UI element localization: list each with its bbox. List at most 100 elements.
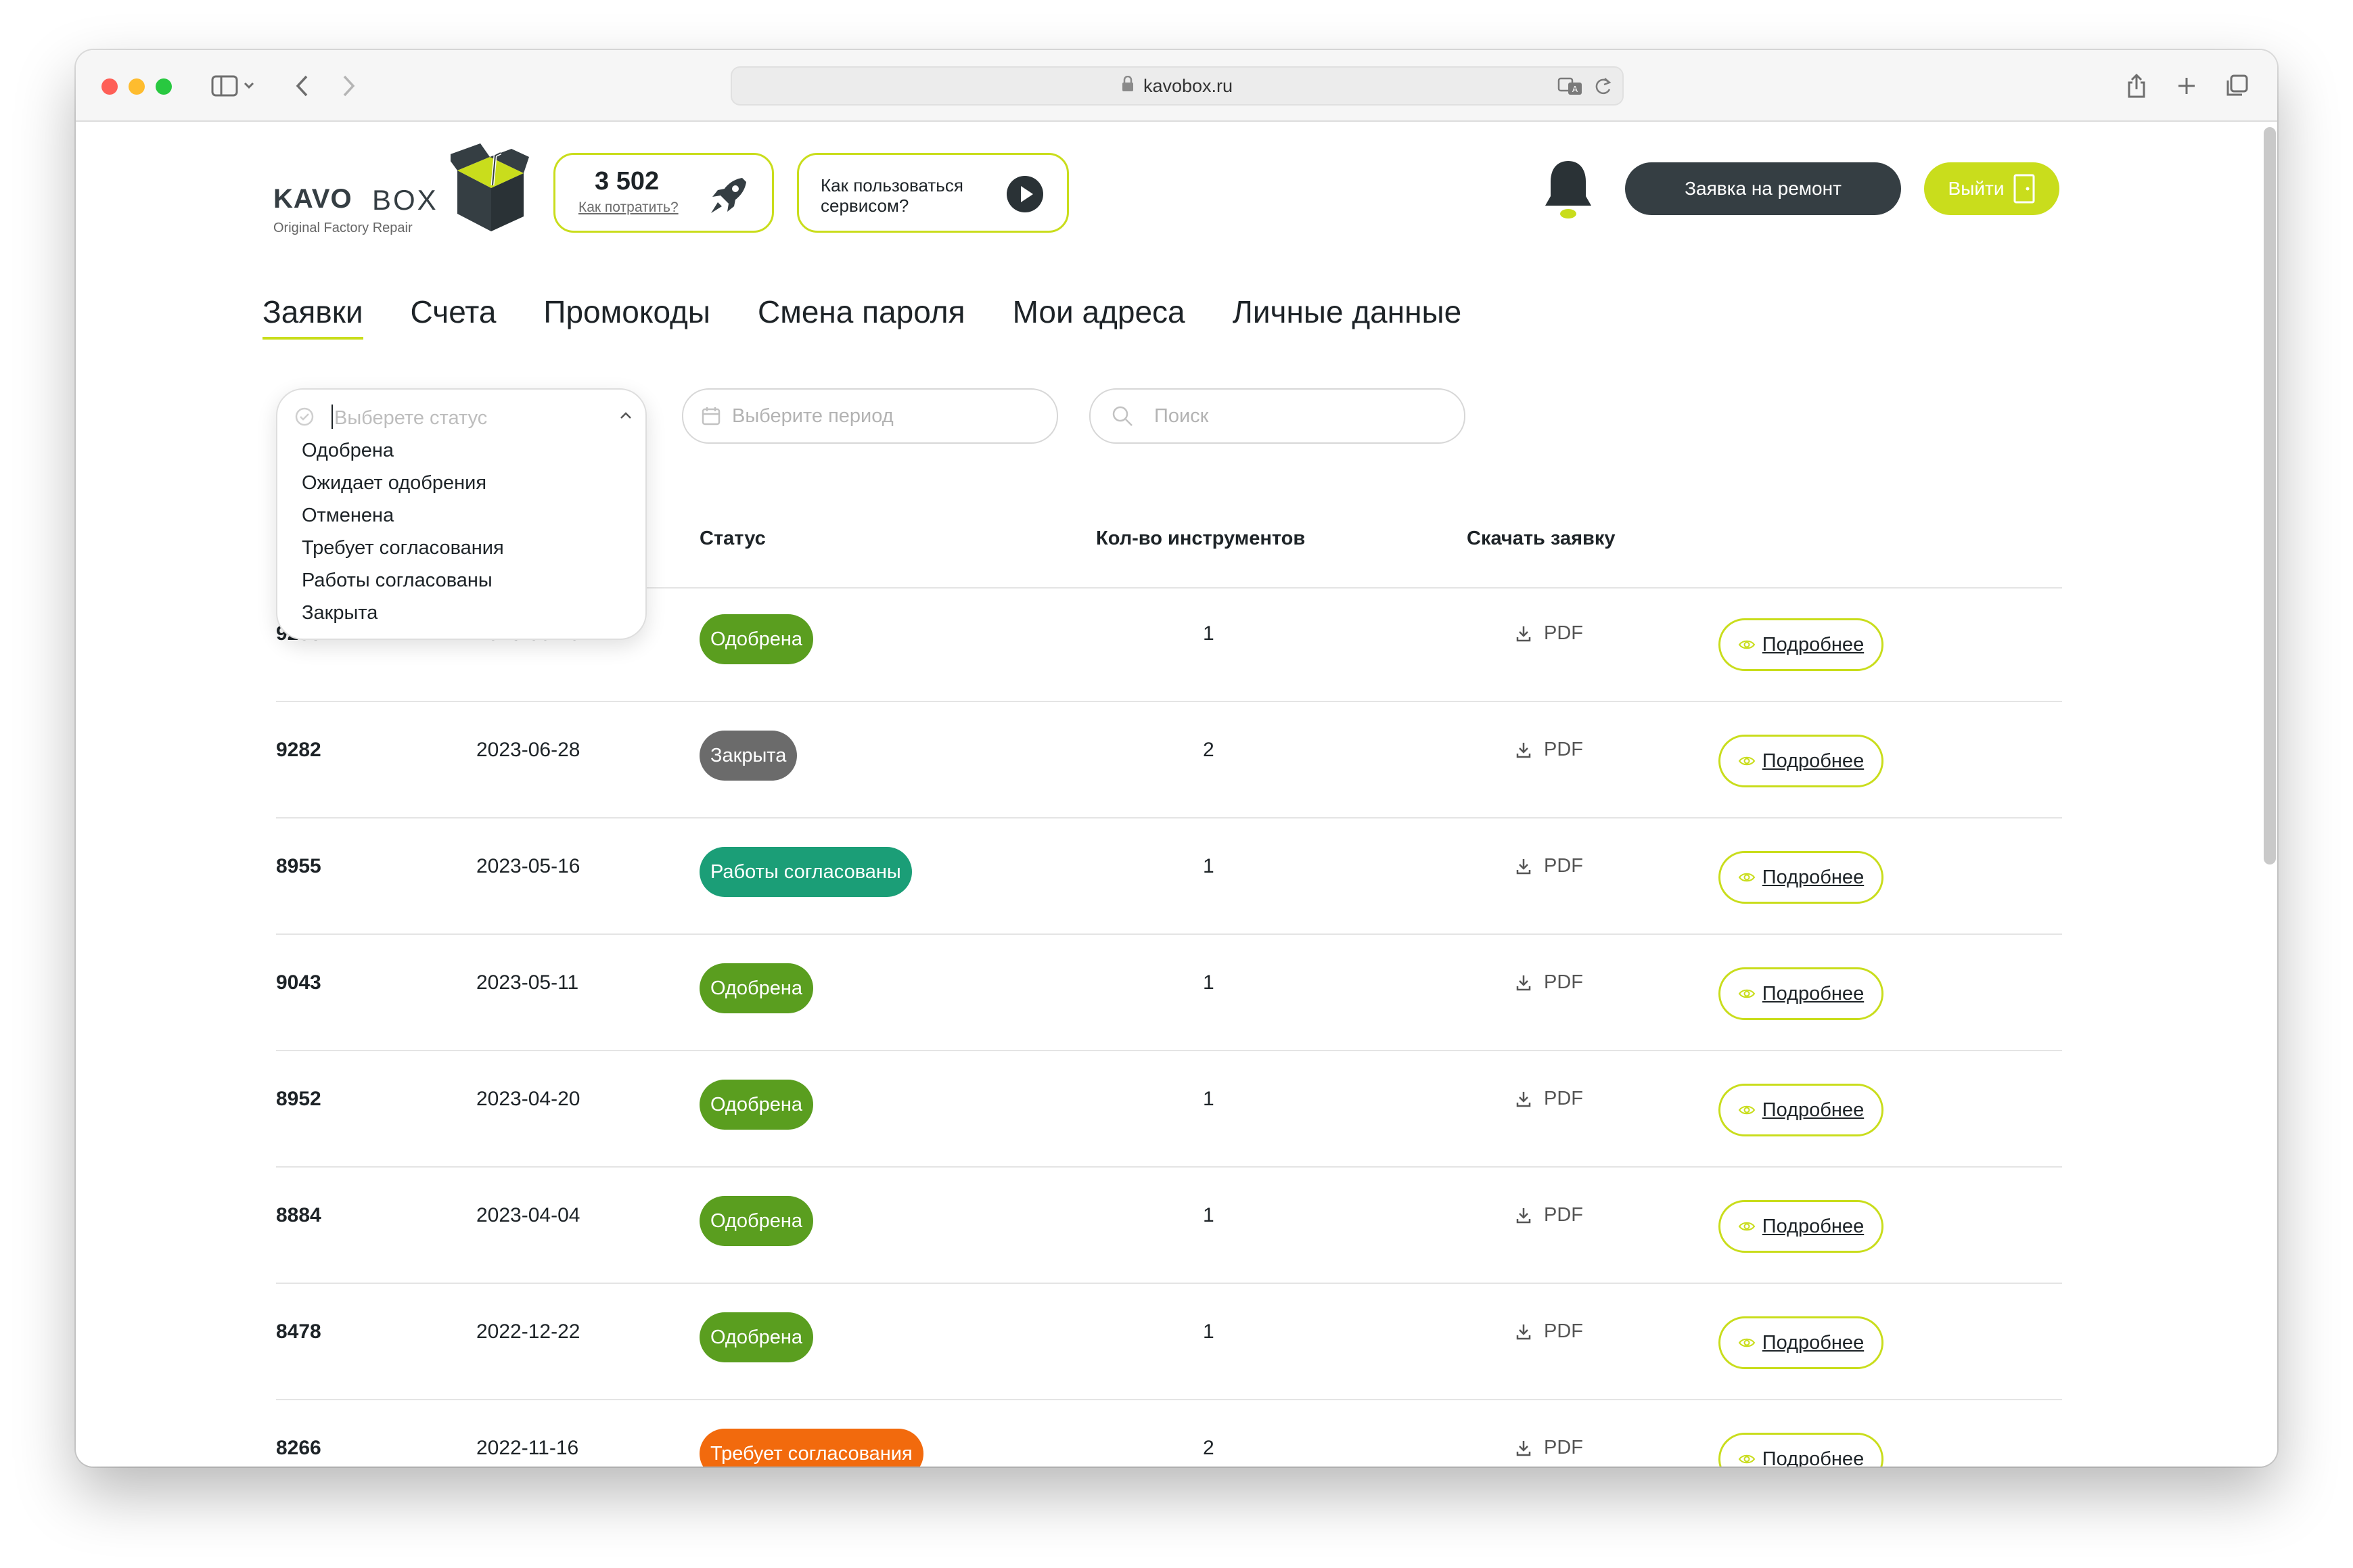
- translate-icon[interactable]: A: [1557, 76, 1584, 101]
- request-date: 2023-04-20: [476, 1088, 580, 1110]
- eye-icon: [1738, 1338, 1756, 1347]
- tool-count: 1: [1203, 1088, 1214, 1110]
- pdf-label: PDF: [1544, 739, 1583, 760]
- status-badge: Одобрена: [700, 614, 813, 664]
- chevron-up-icon[interactable]: [618, 410, 633, 421]
- reload-icon[interactable]: [1593, 76, 1613, 101]
- address-bar[interactable]: kavobox.ru A: [731, 66, 1624, 106]
- status-option[interactable]: Требует согласования: [302, 537, 504, 559]
- request-id[interactable]: 9282: [276, 739, 321, 762]
- repair-request-button[interactable]: Заявка на ремонт: [1625, 162, 1901, 215]
- details-button[interactable]: Подробнее: [1718, 1316, 1883, 1369]
- row-divider: [276, 1283, 2062, 1284]
- status-badge: Закрыта: [700, 731, 798, 781]
- download-pdf-link[interactable]: PDF: [1515, 1437, 1583, 1459]
- notification-bell-icon[interactable]: [1540, 157, 1597, 222]
- details-label: Подробнее: [1762, 750, 1865, 772]
- tab-overview-icon[interactable]: [2223, 69, 2250, 103]
- details-button[interactable]: Подробнее: [1718, 1084, 1883, 1136]
- request-id[interactable]: 8266: [276, 1437, 321, 1460]
- status-option[interactable]: Работы согласованы: [302, 570, 493, 592]
- download-pdf-link[interactable]: PDF: [1515, 622, 1583, 645]
- details-button[interactable]: Подробнее: [1718, 618, 1883, 671]
- status-badge: Одобрена: [700, 963, 813, 1013]
- request-id[interactable]: 8884: [276, 1204, 321, 1227]
- pdf-label: PDF: [1544, 1204, 1583, 1226]
- status-option[interactable]: Закрыта: [302, 602, 378, 624]
- pdf-label: PDF: [1544, 1088, 1583, 1109]
- details-label: Подробнее: [1762, 1448, 1865, 1467]
- check-circle-icon: [295, 407, 314, 426]
- minimize-window-button[interactable]: [129, 78, 145, 95]
- download-pdf-link[interactable]: PDF: [1515, 855, 1583, 877]
- zoom-window-button[interactable]: [156, 78, 172, 95]
- howto-widget[interactable]: Как пользоваться сервисом?: [797, 153, 1069, 233]
- row-divider: [276, 701, 2062, 702]
- tab-my-addresses[interactable]: Мои адреса: [1013, 294, 1185, 330]
- door-icon: [2013, 174, 2035, 204]
- details-label: Подробнее: [1762, 633, 1865, 655]
- period-filter[interactable]: Выберите период: [682, 388, 1058, 444]
- forward-icon[interactable]: [336, 69, 363, 103]
- eye-icon: [1738, 1222, 1756, 1231]
- status-option[interactable]: Ожидает одобрения: [302, 472, 486, 494]
- rocket-icon: [711, 178, 746, 213]
- new-tab-icon[interactable]: [2173, 69, 2200, 103]
- row-divider: [276, 933, 2062, 935]
- svg-text:A: A: [1572, 85, 1578, 94]
- request-id[interactable]: 8955: [276, 855, 321, 878]
- request-date: 2023-05-16: [476, 855, 580, 877]
- play-icon[interactable]: [1006, 175, 1044, 213]
- text-cursor: [332, 405, 333, 429]
- details-button[interactable]: Подробнее: [1718, 967, 1883, 1020]
- download-pdf-link[interactable]: PDF: [1515, 739, 1583, 761]
- request-id[interactable]: 8952: [276, 1088, 321, 1111]
- eye-icon: [1738, 756, 1756, 766]
- tab-requests[interactable]: Заявки: [262, 294, 363, 340]
- request-id[interactable]: 8478: [276, 1320, 321, 1343]
- tool-count: 1: [1203, 622, 1214, 645]
- site-logo[interactable]: KAVO BOX Original Factory Repair: [273, 143, 530, 245]
- search-input[interactable]: Поиск: [1089, 388, 1465, 444]
- points-link[interactable]: Как потратить?: [578, 200, 679, 216]
- sidebar-toggle-icon[interactable]: [206, 69, 260, 103]
- details-label: Подробнее: [1762, 982, 1865, 1005]
- download-icon: [1516, 742, 1531, 758]
- status-placeholder[interactable]: Выберете статус: [334, 407, 487, 430]
- tab-promocodes[interactable]: Промокоды: [543, 294, 710, 330]
- download-pdf-link[interactable]: PDF: [1515, 1204, 1583, 1226]
- status-option[interactable]: Одобрена: [302, 440, 394, 462]
- request-id[interactable]: 9043: [276, 971, 321, 994]
- download-pdf-link[interactable]: PDF: [1515, 1320, 1583, 1343]
- page-scrollbar[interactable]: [2264, 127, 2276, 864]
- calendar-icon: [702, 407, 721, 425]
- request-date: 2023-04-04: [476, 1204, 580, 1226]
- download-icon: [1516, 975, 1531, 990]
- tab-change-password[interactable]: Смена пароля: [758, 294, 965, 330]
- details-button[interactable]: Подробнее: [1718, 1433, 1883, 1467]
- status-dropdown[interactable]: Выберете статус Одобрена Ожидает одобрен…: [276, 388, 647, 640]
- details-button[interactable]: Подробнее: [1718, 735, 1883, 787]
- details-button[interactable]: Подробнее: [1718, 851, 1883, 904]
- details-label: Подробнее: [1762, 1331, 1865, 1354]
- account-nav: Заявки Счета Промокоды Смена пароля Мои …: [262, 294, 1509, 340]
- close-window-button[interactable]: [101, 78, 118, 95]
- request-date: 2023-06-28: [476, 739, 580, 761]
- back-icon[interactable]: [288, 69, 315, 103]
- tab-invoices[interactable]: Счета: [411, 294, 497, 330]
- tool-count: 1: [1203, 1204, 1214, 1226]
- details-button[interactable]: Подробнее: [1718, 1200, 1883, 1253]
- tool-count: 1: [1203, 855, 1214, 877]
- share-icon[interactable]: [2123, 69, 2150, 103]
- download-icon: [1516, 1091, 1531, 1107]
- download-pdf-link[interactable]: PDF: [1515, 1088, 1583, 1110]
- logout-button[interactable]: Выйти: [1924, 162, 2059, 215]
- points-widget[interactable]: 3 502 Как потратить?: [553, 153, 774, 233]
- download-icon: [1516, 1324, 1531, 1339]
- eye-icon: [1738, 1454, 1756, 1464]
- status-option[interactable]: Отменена: [302, 505, 394, 527]
- row-divider: [276, 1166, 2062, 1168]
- logo-box-word: BOX: [372, 184, 438, 216]
- download-pdf-link[interactable]: PDF: [1515, 971, 1583, 994]
- tab-personal-data[interactable]: Личные данные: [1233, 294, 1462, 330]
